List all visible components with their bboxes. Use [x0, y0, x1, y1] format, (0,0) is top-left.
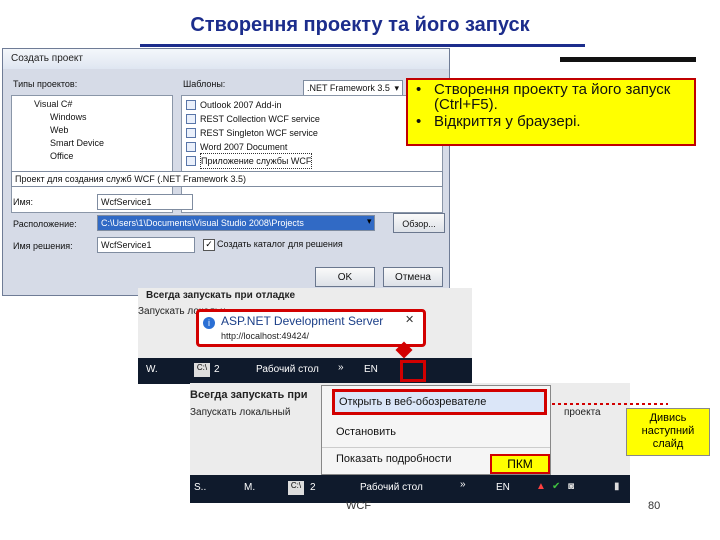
taskbar-count: 2	[310, 482, 316, 493]
template-icon	[186, 142, 196, 152]
tree-item-office[interactable]: Office	[16, 150, 168, 163]
chevron-icon[interactable]: »	[338, 362, 344, 373]
page-number: 80	[648, 500, 661, 512]
taskbar-app-m[interactable]: M.	[244, 482, 255, 493]
menu-item-open-browser[interactable]: Открыть в веб-обозревателе	[332, 389, 547, 415]
run-local-label: Запускать локальный	[190, 407, 291, 418]
cancel-button[interactable]: Отмена	[383, 267, 443, 287]
dev-server-balloon[interactable]: i ASP.NET Development Server http://loca…	[196, 309, 426, 347]
new-project-dialog: Создать проект Типы проектов: Шаблоны: .…	[2, 48, 450, 296]
framework-value: .NET Framework 3.5	[307, 83, 390, 93]
template-icon	[186, 128, 196, 138]
solution-name-label: Имя решения:	[13, 241, 73, 251]
always-run-label: Всегда запускать при	[190, 389, 308, 401]
bullet-item: • Створення проекту та його запуск (Ctrl+…	[416, 81, 671, 113]
slide-title: Створення проекту та його запуск	[190, 14, 530, 36]
tree-item-windows[interactable]: Windows	[16, 111, 168, 124]
ok-button[interactable]: OK	[315, 267, 375, 287]
right-click-label: ПКМ	[490, 454, 550, 474]
always-run-label: Всегда запускать при отладке	[146, 290, 296, 301]
solution-name-input[interactable]: WcfService1	[97, 237, 195, 253]
location-label: Расположение:	[13, 219, 77, 229]
bullet-item: • Відкриття у браузері.	[416, 113, 581, 130]
taskbar-desktop[interactable]: Рабочий стол	[360, 482, 423, 493]
name-label: Имя:	[13, 197, 34, 207]
templates-label: Шаблоны:	[183, 79, 226, 89]
template-item[interactable]: REST Singleton WCF service	[186, 126, 438, 140]
dialog-title: Создать проект	[3, 49, 449, 69]
template-description: Проект для создания служб WCF (.NET Fram…	[11, 171, 443, 187]
name-input[interactable]: WcfService1	[97, 194, 193, 210]
template-item[interactable]: Word 2007 Document	[186, 140, 438, 154]
taskbar: W. C:\ 2 Рабочий стол » EN	[138, 358, 472, 384]
create-dir-checkbox[interactable]: ✓	[203, 239, 215, 251]
create-dir-label: Создать каталог для решения	[217, 239, 343, 249]
taskbar-app-w[interactable]: W.	[146, 364, 158, 375]
tray-icon-highlight[interactable]	[400, 360, 426, 382]
tree-item-visual-csharp[interactable]: Visual C#	[16, 98, 168, 111]
flag-icon: ▲	[536, 481, 546, 492]
balloon-url: http://localhost:49424/	[221, 331, 310, 341]
balloon-title: ASP.NET Development Server	[221, 314, 384, 328]
tree-item-smart-device[interactable]: Smart Device	[16, 137, 168, 150]
project-types-label: Типы проектов:	[13, 79, 78, 89]
info-icon: i	[203, 317, 215, 329]
template-icon	[186, 114, 196, 124]
template-item[interactable]: REST Collection WCF service	[186, 112, 438, 126]
menu-item-stop[interactable]: Остановить	[322, 421, 550, 443]
divider-bar	[560, 57, 696, 62]
tree-item-web[interactable]: Web	[16, 124, 168, 137]
framework-select[interactable]: .NET Framework 3.5 ▾	[303, 80, 403, 96]
taskbar-app-s[interactable]: S..	[194, 482, 206, 493]
see-next-slide-note: Дивись наступний слайд	[626, 408, 710, 456]
taskbar-count: 2	[214, 364, 220, 375]
location-input[interactable]: C:\Users\1\Documents\Visual Studio 2008\…	[97, 215, 375, 231]
browse-button[interactable]: Обзор...	[393, 213, 445, 233]
language-indicator[interactable]: EN	[496, 482, 510, 493]
shield-icon: ✔	[552, 481, 561, 492]
close-icon[interactable]: ✕	[405, 313, 414, 326]
templates-list[interactable]: Outlook 2007 Add-in REST Collection WCF …	[181, 95, 443, 213]
chevron-down-icon: ▾	[394, 83, 399, 93]
title-underline	[140, 44, 585, 47]
template-item[interactable]: Outlook 2007 Add-in	[186, 98, 438, 112]
template-icon	[186, 156, 196, 166]
taskbar-desktop[interactable]: Рабочий стол	[256, 364, 319, 375]
template-icon	[186, 100, 196, 110]
chevron-down-icon[interactable]: ▾	[367, 216, 372, 227]
footer-label: WCF	[346, 500, 372, 512]
server-icon[interactable]: ◙	[568, 481, 574, 492]
bullet-box: • Створення проекту та його запуск (Ctrl+…	[406, 78, 696, 146]
taskbar: S.. M. C:\ 2 Рабочий стол » EN ▲ ✔ ◙ ▮	[190, 475, 630, 503]
language-indicator[interactable]: EN	[364, 364, 378, 375]
dev-server-screenshot: Всегда запускать при отладке Запускать л…	[138, 288, 472, 384]
template-item-selected[interactable]: Приложение службы WCF	[186, 153, 438, 169]
chevron-icon[interactable]: »	[460, 479, 466, 490]
console-icon: C:\	[288, 481, 304, 495]
battery-icon: ▮	[614, 481, 620, 492]
console-icon: C:\	[194, 363, 210, 377]
